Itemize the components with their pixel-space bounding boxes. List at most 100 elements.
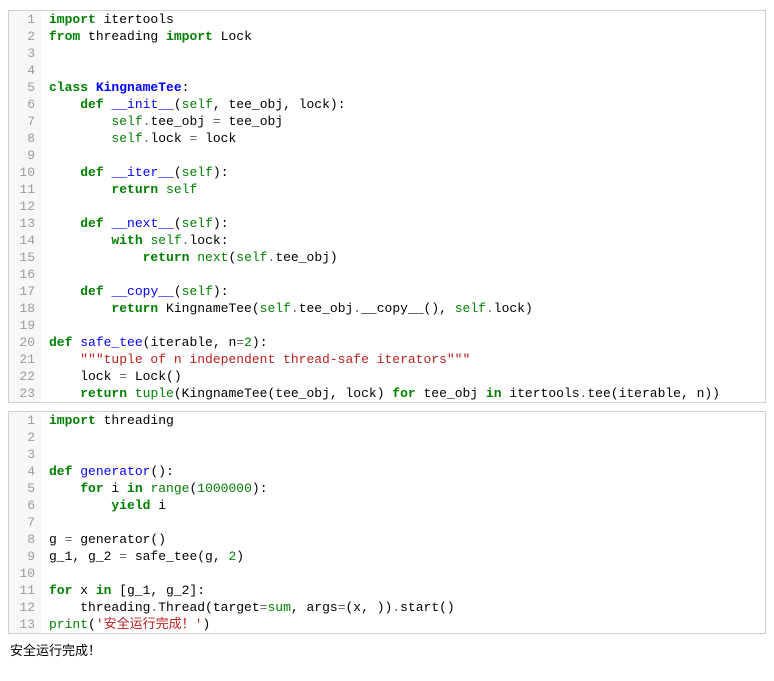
code-source [41, 429, 765, 446]
code-line: 2from threading import Lock [9, 28, 765, 45]
token-plain [49, 352, 80, 367]
code-line: 3 [9, 446, 765, 463]
code-source [41, 446, 765, 463]
code-line: 6 def __init__(self, tee_obj, lock): [9, 96, 765, 113]
code-line: 23 return tuple(KingnameTee(tee_obj, loc… [9, 385, 765, 402]
code-source: print('安全运行完成！') [41, 616, 765, 633]
code-line: 18 return KingnameTee(self.tee_obj.__cop… [9, 300, 765, 317]
code-source: import itertools [41, 11, 765, 28]
token-plain: tee_obj [299, 301, 354, 316]
code-source [41, 147, 765, 164]
token-num: 2 [244, 335, 252, 350]
line-number: 2 [9, 28, 41, 45]
line-number: 22 [9, 368, 41, 385]
line-number: 12 [9, 198, 41, 215]
line-number: 4 [9, 463, 41, 480]
token-op: = [338, 600, 346, 615]
code-line: 22 lock = Lock() [9, 368, 765, 385]
code-block-1: 1import itertools2from threading import … [8, 10, 766, 403]
code-source: return KingnameTee(self.tee_obj.__copy__… [41, 300, 765, 317]
token-plain: ( [174, 97, 182, 112]
token-fn: __copy__ [111, 284, 173, 299]
line-number: 13 [9, 215, 41, 232]
token-str: '安全运行完成！' [96, 617, 203, 632]
code-line: 12 [9, 198, 765, 215]
token-plain: x [72, 583, 95, 598]
line-number: 8 [9, 130, 41, 147]
token-plain: g [49, 532, 65, 547]
code-source: self.tee_obj = tee_obj [41, 113, 765, 130]
token-plain: generator() [72, 532, 166, 547]
token-op: = [213, 114, 221, 129]
token-bi: self [182, 165, 213, 180]
line-number: 20 [9, 334, 41, 351]
token-bi: self [166, 182, 197, 197]
token-bi: self [260, 301, 291, 316]
token-bi: sum [267, 600, 290, 615]
token-kw: with [111, 233, 142, 248]
code-line: 11for x in [g_1, g_2]: [9, 582, 765, 599]
code-line: 12 threading.Thread(target=sum, args=(x,… [9, 599, 765, 616]
token-kw: def [80, 97, 103, 112]
token-fn: safe_tee [80, 335, 142, 350]
token-op: . [291, 301, 299, 316]
token-kw: def [80, 284, 103, 299]
token-op: = [119, 549, 127, 564]
code-source: class KingnameTee: [41, 79, 765, 96]
token-plain: , tee_obj, lock): [213, 97, 346, 112]
code-line: 6 yield i [9, 497, 765, 514]
token-plain [127, 386, 135, 401]
code-source [41, 45, 765, 62]
token-fn: __iter__ [111, 165, 173, 180]
token-plain: ): [213, 165, 229, 180]
token-kw: for [392, 386, 415, 401]
token-plain: tee(iterable, n)) [587, 386, 720, 401]
token-plain: (iterable, n [143, 335, 237, 350]
token-kw: in [127, 481, 143, 496]
token-plain: ) [202, 617, 210, 632]
line-number: 8 [9, 531, 41, 548]
token-plain: threading [96, 413, 174, 428]
code-line: 14 with self.lock: [9, 232, 765, 249]
token-plain [49, 301, 111, 316]
line-number: 10 [9, 565, 41, 582]
code-source: for x in [g_1, g_2]: [41, 582, 765, 599]
token-plain: itertools [502, 386, 580, 401]
line-number: 5 [9, 79, 41, 96]
code-source: from threading import Lock [41, 28, 765, 45]
token-kw: import [166, 29, 213, 44]
code-line: 8g = generator() [9, 531, 765, 548]
token-bi: self [150, 233, 181, 248]
token-kw: for [49, 583, 72, 598]
line-number: 14 [9, 232, 41, 249]
code-source: def generator(): [41, 463, 765, 480]
line-number: 4 [9, 62, 41, 79]
token-plain: tee_obj) [275, 250, 337, 265]
token-plain [49, 250, 143, 265]
code-line: 13 def __next__(self): [9, 215, 765, 232]
token-bi: self [236, 250, 267, 265]
token-kw: for [80, 481, 103, 496]
line-number: 5 [9, 480, 41, 497]
code-source: return next(self.tee_obj) [41, 249, 765, 266]
code-source [41, 565, 765, 582]
page: 1import itertools2from threading import … [0, 0, 774, 669]
code-source: lock = Lock() [41, 368, 765, 385]
code-source [41, 514, 765, 531]
line-number: 17 [9, 283, 41, 300]
code-block-2: 1import threading2 3 4def generator():5 … [8, 411, 766, 634]
code-line: 9g_1, g_2 = safe_tee(g, 2) [9, 548, 765, 565]
token-plain: [g_1, g_2]: [111, 583, 205, 598]
token-plain [88, 80, 96, 95]
code-line: 7 [9, 514, 765, 531]
token-plain: ): [213, 216, 229, 231]
line-number: 21 [9, 351, 41, 368]
token-plain: safe_tee(g, [127, 549, 228, 564]
token-plain [49, 97, 80, 112]
token-op: . [353, 301, 361, 316]
token-plain [49, 216, 80, 231]
token-plain: threading [49, 600, 150, 615]
token-num: 1000000 [197, 481, 252, 496]
code-line: 11 return self [9, 181, 765, 198]
token-plain [49, 114, 111, 129]
